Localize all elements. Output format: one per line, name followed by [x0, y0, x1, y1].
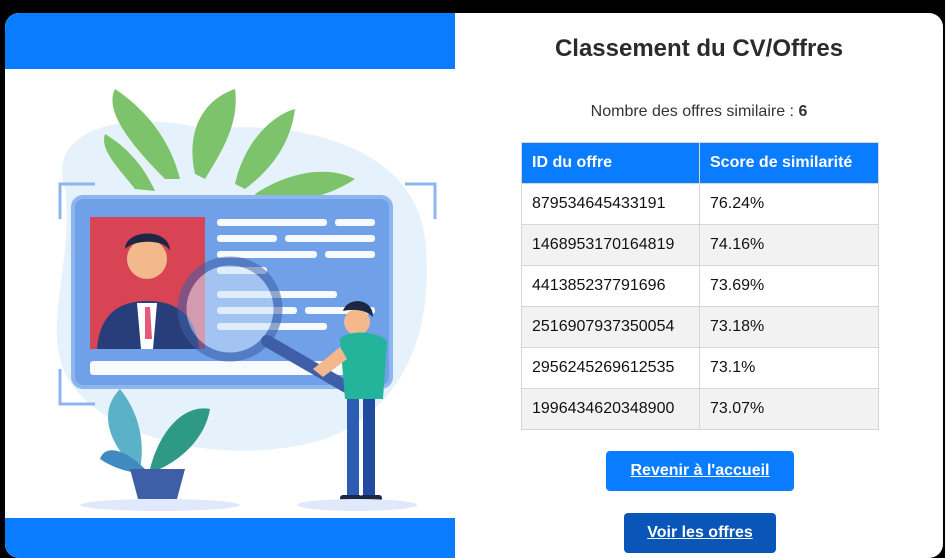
main-card: Classement du CV/Offres Nombre des offre… — [5, 13, 943, 558]
score-cell: 73.18% — [699, 306, 879, 348]
ranking-table: ID du offre Score de similarité 87953464… — [521, 142, 879, 430]
offer-id-cell: 1468953170164819 — [521, 224, 700, 266]
page-title: Classement du CV/Offres — [554, 35, 844, 62]
header-offer-id: ID du offre — [521, 142, 700, 184]
view-offers-button[interactable]: Voir les offres — [624, 513, 776, 553]
left-illustration-panel — [5, 13, 455, 558]
table-header-row: ID du offre Score de similarité — [521, 142, 879, 184]
count-value: 6 — [798, 103, 808, 120]
score-cell: 73.1% — [699, 347, 879, 389]
offer-id-cell: 879534645433191 — [521, 183, 700, 225]
table-row: 441385237791696 73.69% — [521, 265, 879, 307]
score-cell: 73.07% — [699, 388, 879, 430]
similar-offers-count: Nombre des offres similaire : 6 — [455, 103, 943, 121]
cv-search-illustration — [56, 89, 437, 511]
score-cell: 76.24% — [699, 183, 879, 225]
count-label: Nombre des offres similaire : — [590, 103, 799, 120]
table-row: 879534645433191 76.24% — [521, 183, 879, 225]
results-panel: Classement du CV/Offres Nombre des offre… — [455, 13, 943, 558]
table-row: 2956245269612535 73.1% — [521, 347, 879, 389]
table-row: 2516907937350054 73.18% — [521, 306, 879, 348]
bottom-accent-bar — [5, 518, 455, 558]
score-cell: 74.16% — [699, 224, 879, 266]
header-similarity-score: Score de similarité — [699, 142, 879, 184]
offer-id-cell: 2956245269612535 — [521, 347, 700, 389]
offer-id-cell: 441385237791696 — [521, 265, 700, 307]
score-cell: 73.69% — [699, 265, 879, 307]
table-row: 1996434620348900 73.07% — [521, 388, 879, 430]
offer-id-cell: 1996434620348900 — [521, 388, 700, 430]
offer-id-cell: 2516907937350054 — [521, 306, 700, 348]
back-to-home-button[interactable]: Revenir à l'accueil — [606, 451, 794, 491]
top-accent-bar — [5, 13, 455, 69]
table-row: 1468953170164819 74.16% — [521, 224, 879, 266]
